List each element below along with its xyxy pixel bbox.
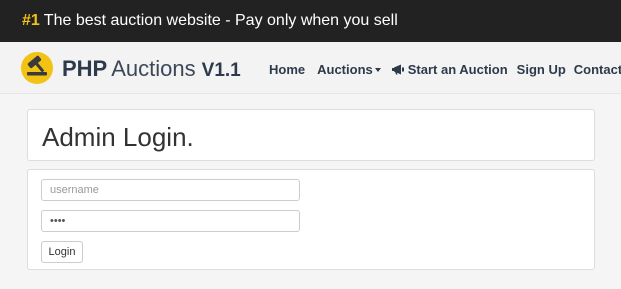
page-title: Admin Login.	[42, 122, 194, 152]
rank-badge: #1	[22, 12, 40, 29]
main-navbar: PHP Auctions V1.1 Home Auctions Start an A…	[0, 42, 621, 94]
username-input[interactable]	[41, 179, 300, 201]
brand-logo-text[interactable]: PHP Auctions V1.1	[62, 56, 241, 84]
password-input[interactable]	[41, 210, 300, 232]
nav-auctions-label: Auctions	[317, 61, 373, 77]
brand-version: V1.1	[201, 60, 241, 81]
brand-php: PHP	[62, 56, 108, 81]
title-panel: Admin Login.	[27, 109, 595, 161]
megaphone-icon	[391, 64, 404, 74]
nav-home-link[interactable]: Home	[269, 62, 305, 77]
nav-signup-link[interactable]: Sign Up	[517, 62, 566, 77]
nav-contact-link[interactable]: Contact	[574, 62, 621, 77]
brand-auctions: Auctions	[111, 56, 196, 81]
nav-start-auction-link[interactable]: Start an Auction	[391, 62, 508, 77]
login-button[interactable]: Login	[41, 241, 83, 263]
top-announcement-bar: #1 The best auction website - Pay only wh…	[0, 0, 621, 42]
caret-down-icon	[374, 67, 381, 72]
nav-start-auction-label: Start an Auction	[407, 61, 508, 77]
login-form-panel: Login	[27, 169, 595, 270]
tagline-text: The best auction website - Pay only when…	[43, 12, 398, 29]
nav-auctions-dropdown[interactable]: Auctions	[317, 62, 381, 77]
nav-links: Home Auctions Start an Auction Sign Up C…	[269, 58, 621, 80]
gavel-icon[interactable]	[21, 52, 53, 84]
